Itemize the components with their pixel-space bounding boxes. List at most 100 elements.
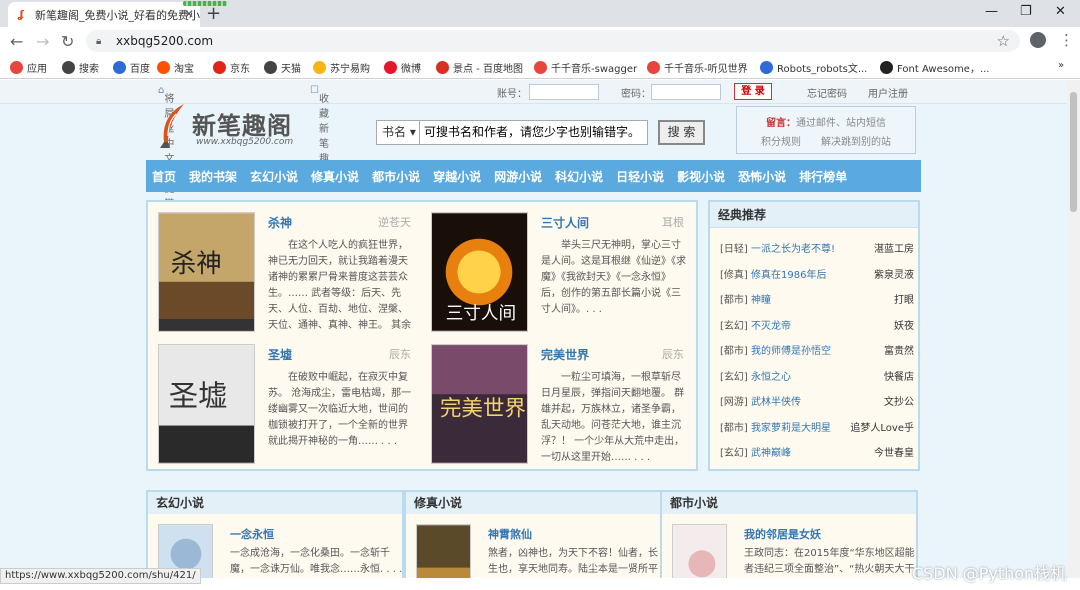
close-tab-icon[interactable]: ✕ [184,7,194,21]
nav-item[interactable]: 我的书架 [189,168,237,185]
svg-text:圣墟: 圣墟 [169,379,228,413]
book-title[interactable]: 杀神 [268,214,292,231]
nav-item[interactable]: 排行榜单 [799,168,847,185]
notice-line1[interactable]: 通过邮件、站内短信 [796,118,886,129]
item-title[interactable]: 我的师傅是孙悟空 [751,346,831,357]
bookmark-star-icon[interactable]: ☆ [997,32,1010,50]
classic-item[interactable]: [都市] 我的师傅是孙悟空 富贵然 [720,342,914,357]
item-category: [日轻] [720,244,748,255]
bookmark-item[interactable]: 苏宁易购 [313,60,370,75]
forgot-password-link[interactable]: 忘记密码 [807,85,847,100]
menu-icon[interactable]: ⋮ [1059,31,1074,49]
search-input[interactable]: 可搜书名和作者，请您少字也别输错字。 [420,120,648,145]
desktop-shortcut-link[interactable]: ⌂ 将屌丝中文快捷键下载到桌面 [158,85,174,285]
svg-text:杀神: 杀神 [171,249,222,279]
item-author: 今世春皇 [874,448,914,459]
featured-book[interactable]: 圣墟 圣墟 辰东 在破败中崛起，在寂灭中复苏。 沧海成尘，雷电枯竭，那一缕幽雾又… [148,334,413,464]
bookmark-item[interactable]: 应用 [10,60,47,75]
bookmark-item[interactable]: 千千音乐-听见世界 [647,60,748,75]
classic-item[interactable]: [玄幻] 武神巅峰 今世春皇 [720,444,914,459]
bookmark-icon [10,61,23,74]
account-icon[interactable] [1030,32,1046,48]
forward-icon[interactable]: → [36,32,49,51]
back-icon[interactable]: ← [10,32,23,51]
login-button[interactable]: 登 录 [734,83,772,100]
search-button[interactable]: 搜 索 [658,120,705,145]
item-title[interactable]: 永恒之心 [751,372,791,383]
featured-book[interactable]: 杀神 杀神 逆苍天 在这个人吃人的疯狂世界，神已无力回天，就让我踏着漫天诸神的累… [148,202,413,332]
bookmark-item[interactable]: 百度 [113,60,150,75]
classic-item[interactable]: [玄幻] 不灭龙帝 妖夜 [720,317,914,332]
classic-item[interactable]: [修真] 修真在1986年后 紫泉灵液 [720,266,914,281]
close-window-icon[interactable]: ✕ [1055,4,1066,19]
item-title[interactable]: 武林半侠传 [751,397,801,408]
restore-icon[interactable]: ❐ [1020,4,1032,19]
nav-item[interactable]: 科幻小说 [555,168,603,185]
browser-tab-bar: ʆ 新笔趣阁_免费小说_好看的免费小 ✕ + — ❐ ✕ [0,0,1080,27]
favorite-site-link[interactable]: ☐ 收藏新笔趣阁 [310,85,329,180]
nav-item[interactable]: 首页 [152,168,176,185]
bookmark-item[interactable]: 京东 [213,60,250,75]
item-title[interactable]: 不灭龙帝 [751,321,791,332]
bookmark-label: 千千音乐-听见世界 [664,64,748,75]
bookmark-item[interactable]: 淘宝 [157,60,194,75]
featured-book[interactable]: 三寸人间 三寸人间 耳根 举头三尺无神明，掌心三寸是人间。这是耳根继《仙逆》《求… [421,202,686,332]
book-title[interactable]: 一念永恒 [230,526,274,542]
register-link[interactable]: 用户注册 [868,85,908,100]
classic-item[interactable]: [日轻] 一派之长为老不尊! 湛蓝工房 [720,240,914,255]
main-nav: 首页 我的书架 玄幻小说 修真小说 都市小说 穿越小说 网游小说 科幻小说 日轻小说 影视小说 恐怖… [146,160,921,192]
nav-item[interactable]: 玄幻小说 [250,168,298,185]
bookmark-item[interactable]: 搜索 [62,60,99,75]
bookmark-item[interactable]: Robots_robots文... [760,60,867,75]
item-title[interactable]: 武神巅峰 [751,448,791,459]
reload-icon[interactable]: ↻ [61,32,74,51]
book-title[interactable]: 圣墟 [268,346,292,363]
featured-book[interactable]: 完美世界 完美世界 辰东 一粒尘可填海，一根草斩尽日月星辰，弹指间天翻地覆。 群… [421,334,686,464]
account-input[interactable] [529,84,599,100]
nav-item[interactable]: 恐怖小说 [738,168,786,185]
notice-line2[interactable]: 积分规则 解决跳到别的站 [737,133,915,152]
book-title[interactable]: 完美世界 [541,346,589,363]
classic-item[interactable]: [玄幻] 永恒之心 快餐店 [720,368,914,383]
section-heading[interactable]: 修真小说 [406,492,660,514]
bookmark-item[interactable]: 千千音乐-swagger [534,60,637,75]
nav-item[interactable]: 修真小说 [311,168,359,185]
browser-tab[interactable]: ʆ 新笔趣阁_免费小说_好看的免费小 ✕ [8,2,200,27]
section-heading[interactable]: 玄幻小说 [148,492,402,514]
nav-item[interactable]: 日轻小说 [616,168,664,185]
bookmark-icon [880,61,893,74]
classic-item[interactable]: [都市] 神瞳 打眼 [720,291,914,306]
nav-item[interactable]: 穿越小说 [433,168,481,185]
bookmark-item[interactable]: 微博 [384,60,421,75]
classic-item[interactable]: [网游] 武林半侠传 文抄公 [720,393,914,408]
watermark: CSDN @Python栈机 [912,564,1067,583]
site-logo[interactable]: 新笔趣阁 www.xxbqg5200.com [156,102,356,152]
bookmark-icon [213,61,226,74]
item-title[interactable]: 神瞳 [751,295,771,306]
classic-item[interactable]: [都市] 我家萝莉是大明星 追梦人Love乎 [720,419,914,434]
bookmark-item[interactable]: Font Awesome，... [880,60,989,75]
nav-item[interactable]: 网游小说 [494,168,542,185]
more-bookmarks-icon[interactable]: » [1058,60,1064,71]
item-category: [玄幻] [720,448,748,459]
bookmark-item[interactable]: 天猫 [264,60,301,75]
item-title[interactable]: 我家萝莉是大明星 [751,423,831,434]
item-title[interactable]: 修真在1986年后 [751,270,826,281]
nav-item[interactable]: 影视小说 [677,168,725,185]
password-input[interactable] [651,84,721,100]
new-tab-icon[interactable]: + [206,3,221,24]
section-heading[interactable]: 都市小说 [662,492,916,514]
search-type-select[interactable]: 书名 ▾ [376,120,420,145]
address-bar[interactable]: 🔒︎ xxbqg5200.com ☆ [86,30,1020,52]
item-title[interactable]: 一派之长为老不尊! [751,244,835,255]
scrollbar-thumb[interactable] [1070,92,1077,212]
page-scrollbar[interactable] [1067,80,1080,578]
item-author: 追梦人Love乎 [850,422,914,434]
nav-item[interactable]: 都市小说 [372,168,420,185]
book-title[interactable]: 三寸人间 [541,214,589,231]
minimize-icon[interactable]: — [985,4,998,19]
book-title[interactable]: 我的邻居是女妖 [744,526,821,542]
bookmark-icon [62,61,75,74]
book-title[interactable]: 神霄煞仙 [488,526,532,542]
bookmark-item[interactable]: 景点 - 百度地图 [436,60,523,75]
